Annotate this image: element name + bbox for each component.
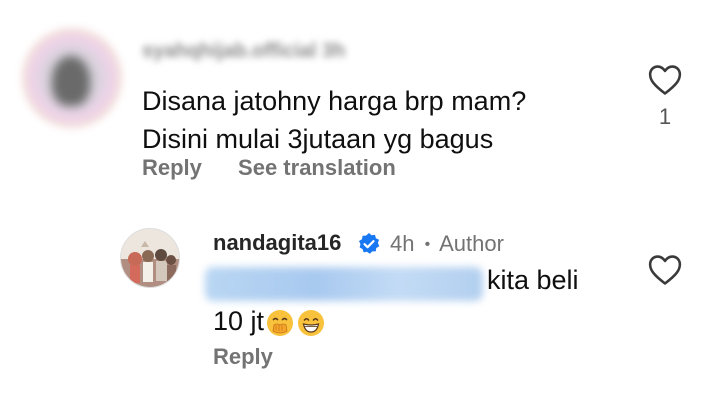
hand-over-mouth-emoji-icon [267,309,294,336]
author-username[interactable]: nandagita16 [213,230,341,256]
comment-text: Disana jatohny harga brp mam? Disini mul… [142,82,526,158]
commenter-username[interactable]: syahqhijab.official 3h [142,40,345,63]
verified-badge-icon [359,233,380,254]
commenter-avatar[interactable] [22,28,122,128]
reply-text-line-1: kita beli [487,265,579,295]
comment-line-1: Disana jatohny harga brp mam? [142,86,527,116]
see-translation-button[interactable]: See translation [238,155,396,180]
author-avatar[interactable] [120,228,180,288]
mention-link[interactable] [205,267,483,301]
reply-text-line-2: 10 jt [213,306,326,338]
reply-text-amount: 10 jt [213,306,265,336]
comment-line-2: Disini mulai 3jutaan yg bagus [142,124,494,154]
reply-button[interactable]: Reply [142,155,202,180]
heart-outline-icon[interactable] [648,254,682,286]
reply-meta: 4h • Author [390,231,504,257]
like-count: 1 [658,104,672,129]
reply-time: 4h [390,231,415,256]
heart-outline-icon[interactable] [648,64,682,96]
author-label: Author [439,231,504,256]
reply-button[interactable]: Reply [213,344,273,370]
comment-actions: Reply See translation [142,155,426,181]
meta-separator: • [424,236,431,253]
grinning-face-emoji-icon [298,309,325,336]
